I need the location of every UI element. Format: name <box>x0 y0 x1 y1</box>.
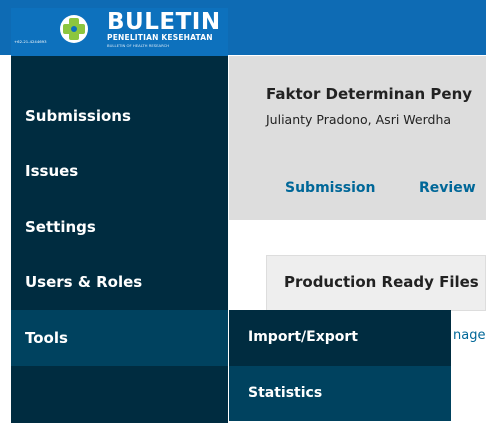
logo-subtitle: PENELITIAN KESEHATAN <box>107 33 213 42</box>
submenu-item-label: Statistics <box>248 385 323 401</box>
logo-subsubtitle: BULLETIN OF HEALTH RESEARCH <box>107 43 170 48</box>
logo-title: BULETIN <box>107 9 221 35</box>
sidebar-item-tools[interactable]: Tools <box>11 310 228 366</box>
sidebar: Submissions Issues Settings Users & Role… <box>11 56 228 423</box>
tab-submission[interactable]: Submission <box>285 180 376 196</box>
sidebar-item-issues[interactable]: Issues <box>11 143 228 199</box>
article-authors: Julianty Pradono, Asri Werdha <box>266 112 452 127</box>
article-title: Faktor Determinan Peny <box>266 85 473 103</box>
logo-contact: +62-21-4244693 <box>14 39 47 44</box>
tab-review[interactable]: Review <box>419 180 476 196</box>
logo-cross-icon <box>60 15 88 43</box>
sidebar-item-users-roles[interactable]: Users & Roles <box>11 254 228 310</box>
sidebar-item-settings[interactable]: Settings <box>11 199 228 255</box>
tools-submenu: Import/Export Statistics <box>229 310 451 421</box>
submenu-item-import-export[interactable]: Import/Export <box>229 310 451 366</box>
submenu-item-label: Import/Export <box>248 329 358 345</box>
sidebar-item-submissions[interactable]: Submissions <box>11 88 228 144</box>
panel-title: Production Ready Files <box>284 273 479 291</box>
manage-link[interactable]: nage <box>453 328 485 343</box>
submenu-item-statistics[interactable]: Statistics <box>229 366 451 421</box>
